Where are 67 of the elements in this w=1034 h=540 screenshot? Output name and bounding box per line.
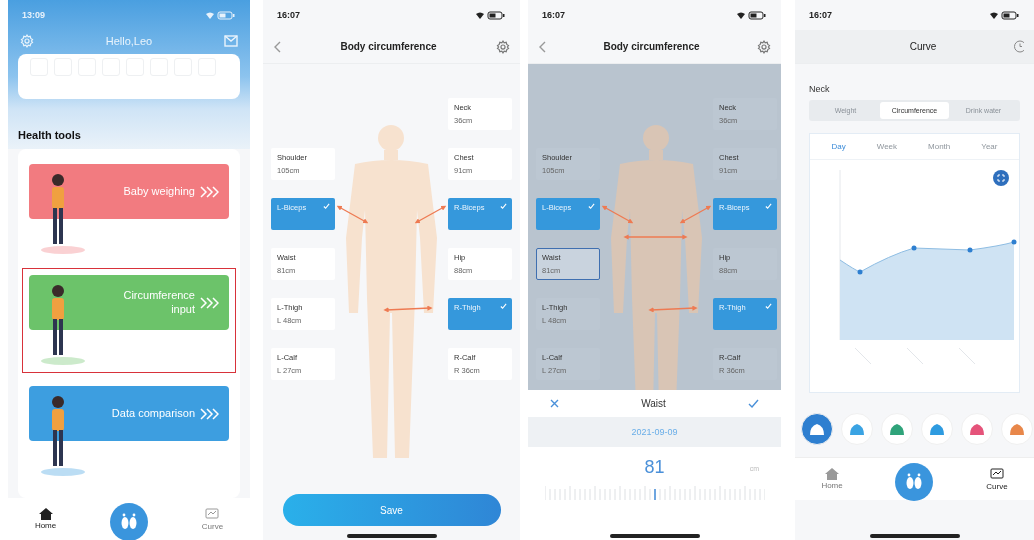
chart-icon	[205, 507, 220, 521]
status-time: 16:07	[277, 10, 301, 20]
measure-arrow	[383, 305, 433, 313]
check-icon	[500, 303, 507, 310]
status-time: 13:09	[22, 10, 46, 20]
body-part-button[interactable]	[921, 413, 953, 445]
home-icon	[825, 468, 840, 480]
measure-arrow	[679, 205, 712, 224]
back-icon[interactable]	[273, 40, 281, 53]
measure-button[interactable]	[110, 503, 148, 540]
value-reading: 81	[644, 457, 665, 478]
section-title: Health tools	[8, 109, 250, 149]
chevrons-icon	[199, 407, 219, 420]
nav-tab[interactable]: Home	[34, 508, 57, 530]
greeting: Hello,Leo	[105, 35, 153, 47]
chevrons-icon	[199, 296, 219, 309]
check-icon	[588, 203, 595, 210]
nav-label: Curve	[986, 481, 1008, 491]
measure-arrow	[414, 205, 447, 224]
nav-label: Home	[34, 521, 57, 530]
settings-icon[interactable]	[757, 39, 771, 54]
check-icon	[765, 203, 772, 210]
tool-label: Circumference input	[122, 288, 195, 317]
part-label: Neck	[808, 83, 831, 96]
expand-button[interactable]	[993, 170, 1009, 186]
nav-label: Home	[821, 481, 843, 490]
body-part-button[interactable]	[881, 413, 913, 445]
body-part-button[interactable]	[961, 413, 993, 445]
nav-label: Curve	[201, 521, 224, 531]
nav-tab[interactable]: Home	[821, 468, 843, 490]
body-part-button[interactable]	[801, 413, 833, 445]
body-part-icon	[808, 422, 826, 436]
measure-button[interactable]	[895, 463, 934, 501]
close-icon[interactable]	[550, 399, 559, 408]
screen-title: Body circumference	[340, 41, 437, 52]
clock-icon[interactable]	[1011, 40, 1024, 53]
chart-icon	[989, 467, 1004, 481]
sheet-title: Waist	[641, 398, 666, 409]
status-icons	[476, 10, 506, 20]
body-part-button[interactable]	[1001, 413, 1033, 445]
status-time: 16:07	[542, 10, 566, 20]
status-time: 16:07	[809, 10, 833, 20]
measure-arrow	[648, 305, 698, 313]
settings-icon[interactable]	[496, 39, 510, 54]
check-icon	[765, 303, 772, 310]
check-icon	[323, 203, 330, 210]
nav-tab[interactable]: Curve	[201, 507, 224, 531]
check-icon	[500, 203, 507, 210]
measure-arrow	[336, 205, 369, 224]
home-icon	[38, 508, 53, 520]
status-icons	[206, 10, 236, 20]
expand-icon	[997, 174, 1005, 182]
chevrons-icon	[199, 185, 219, 198]
screen-title: Body circumference	[603, 41, 700, 52]
body-part-button[interactable]	[841, 413, 873, 445]
tool-label: Baby weighing	[122, 184, 195, 199]
screen-title: Curve	[909, 41, 937, 52]
period-tab[interactable]: Day	[831, 142, 846, 151]
back-icon[interactable]	[538, 40, 546, 53]
measure-arrow	[623, 234, 688, 240]
status-icons	[990, 10, 1020, 20]
nav-tab[interactable]: Curve	[986, 467, 1008, 491]
measure-arrow	[601, 205, 634, 224]
confirm-icon[interactable]	[748, 399, 759, 408]
tool-label: Data comparison	[110, 406, 195, 421]
mail-icon[interactable]	[224, 35, 238, 47]
status-icons	[737, 10, 767, 20]
